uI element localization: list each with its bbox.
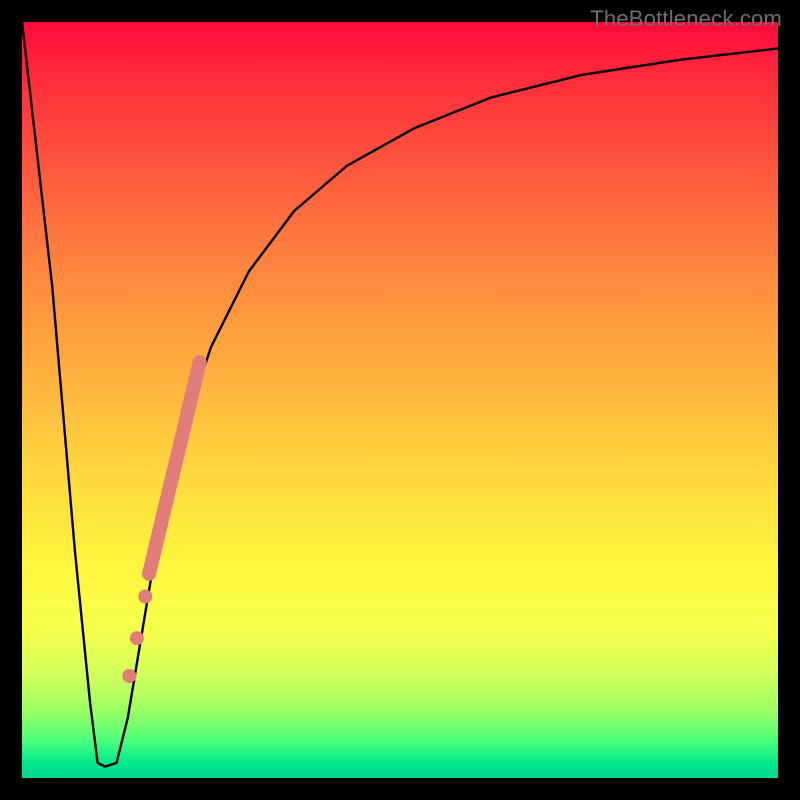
overlay-dot [130,631,144,645]
watermark-text: TheBottleneck.com [590,6,782,32]
chart-svg [22,22,778,778]
overlay-highlight-segment [149,362,200,574]
overlay-dot [122,669,136,683]
bottleneck-curve [22,22,778,767]
overlay-dot [138,590,152,604]
